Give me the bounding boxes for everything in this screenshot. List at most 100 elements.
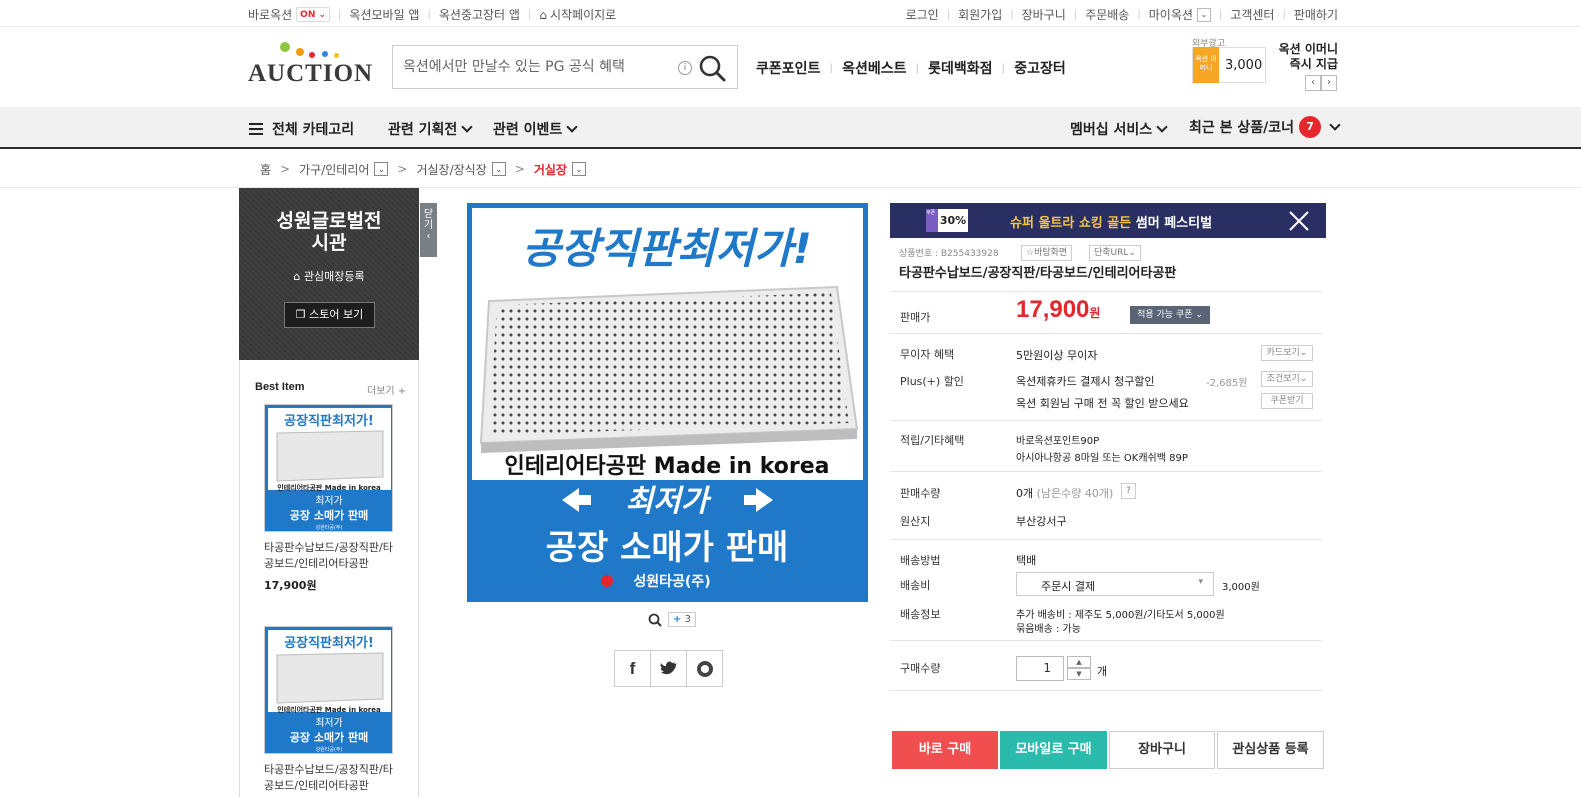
facebook-icon: f — [629, 658, 636, 678]
breadcrumb-dropdown[interactable]: ⌄ — [491, 162, 506, 176]
product-main-image[interactable]: 공장직판최저가! 인테리어타공판 Made in korea 최저가 공장 소매… — [467, 203, 868, 602]
bundle-shipping: 묶음배송 : 가능 — [1016, 624, 1081, 635]
event-discount: 30% — [938, 209, 968, 232]
store-name[interactable]: 성원글로벌전 시관 — [239, 210, 419, 254]
logo-text: AUCTION — [248, 60, 374, 87]
quantity-decrease-button[interactable]: ▼ — [1067, 668, 1091, 680]
purchase-quantity-label: 구매수량 — [900, 662, 941, 675]
available-coupon-button[interactable]: 적용 가능 쿠폰 ⌄ — [1130, 306, 1210, 324]
quantity-input[interactable]: 1 — [1016, 656, 1064, 681]
my-auction-link[interactable]: 마이옥션 — [1149, 6, 1193, 23]
membership-dropdown[interactable]: 멤버십 서비스 — [1070, 119, 1168, 139]
auction-best-link[interactable]: 옥션베스트 — [842, 58, 906, 78]
lotte-store-link[interactable]: 롯데백화점 — [928, 58, 992, 78]
svg-text:성원타공(주): 성원타공(주) — [316, 524, 343, 531]
view-cards-button[interactable]: 카드보기⌄ — [1261, 345, 1313, 361]
order-delivery-link[interactable]: 주문배송 — [1085, 6, 1129, 23]
shipping-method-label: 배송방법 — [900, 554, 941, 567]
buy-mobile-button[interactable]: 모바일로 구매 — [1000, 731, 1107, 769]
best-item-image[interactable]: 공장직판최저가! 인테리어타공판 Made in korea 최저가 공장 소매… — [264, 626, 393, 754]
star-icon: ☆ — [1026, 248, 1035, 258]
promo-title[interactable]: 옥션 이머니 즉시 지급 — [1279, 42, 1338, 72]
twitter-share-button[interactable] — [650, 650, 687, 687]
wallpaper-button[interactable]: ☆바탕화면 — [1021, 245, 1073, 261]
shipping-fee-label: 배송비 — [900, 579, 931, 592]
breadcrumb-dropdown[interactable]: ⌄ — [571, 162, 586, 176]
close-icon[interactable] — [1288, 210, 1310, 232]
get-coupon-button[interactable]: 쿠폰받기 — [1261, 393, 1313, 409]
chevron-down-icon — [1329, 119, 1341, 131]
short-url-button[interactable]: 단축URL⌄ — [1089, 245, 1141, 261]
quantity-increase-button[interactable]: ▲ — [1067, 656, 1091, 668]
add-to-cart-button[interactable]: 장바구니 — [1109, 731, 1215, 769]
interest-free-value: 5만원이상 무이자 — [1016, 349, 1098, 362]
shipping-fee-select[interactable]: 주문시 결제 ▾ — [1016, 572, 1214, 596]
svg-text:인테리어타공판 Made in korea: 인테리어타공판 Made in korea — [504, 454, 829, 479]
reward-label: 적립/기타혜택 — [900, 434, 965, 447]
member-discount-text: 옥션 회원님 구매 전 꼭 할인 받으세요 — [1016, 397, 1189, 410]
origin-label: 원산지 — [900, 515, 931, 528]
origin-value: 부산강서구 — [1016, 515, 1067, 528]
best-item-image[interactable]: 공장직판최저가! 인테리어타공판 Made in korea 최저가 공장 소매… — [264, 404, 393, 532]
coupon-point-link[interactable]: 쿠폰포인트 — [756, 58, 820, 78]
search-box: i — [392, 45, 738, 89]
my-auction-dropdown[interactable]: ⌄ — [1196, 7, 1211, 22]
search-input[interactable] — [403, 57, 673, 77]
add-to-wishlist-button[interactable]: 관심상품 등록 — [1217, 731, 1324, 769]
buy-now-button[interactable]: 바로 구매 — [892, 731, 998, 769]
best-item-title: Best Item — [255, 381, 305, 393]
svg-text:공장직판최저가!: 공장직판최저가! — [284, 413, 374, 429]
breadcrumb-furniture[interactable]: 가구/인테리어 — [299, 161, 369, 178]
search-icon — [699, 55, 726, 82]
svg-text:공장직판최저가!: 공장직판최저가! — [522, 224, 812, 273]
sell-link[interactable]: 판매하기 — [1294, 6, 1338, 23]
promo-ad[interactable]: 옥션 이머니 3,000 — [1192, 47, 1266, 83]
signup-link[interactable]: 회원가입 — [958, 6, 1002, 23]
view-store-button[interactable]: ❐ 스토어 보기 — [284, 302, 375, 328]
all-categories-button[interactable]: 전체 카테고리 — [249, 119, 354, 139]
kakaostory-share-button[interactable] — [686, 650, 723, 687]
promo-next-button[interactable]: › — [1321, 75, 1337, 91]
chevron-down-icon — [461, 121, 473, 133]
breadcrumb-cabinet[interactable]: 거실장/장식장 — [416, 161, 486, 178]
breadcrumb-dropdown[interactable]: ⌄ — [374, 162, 389, 176]
used-market-app-link[interactable]: 옥션중고장터 앱 — [439, 6, 520, 23]
share-buttons: f — [614, 650, 723, 687]
more-images-button[interactable]: + 3 — [668, 612, 696, 627]
help-button[interactable]: ? — [1121, 483, 1136, 499]
zoom-icon[interactable] — [648, 613, 662, 627]
favorite-store-button[interactable]: ⌂ 관심매장등록 — [239, 268, 419, 284]
view-conditions-button[interactable]: 조건보기⌄ — [1261, 371, 1313, 387]
event-banner[interactable]: 쿠폰 30% 슈퍼 울트라 쇼킹 골든 썸머 페스티벌 — [890, 203, 1326, 238]
shipping-info-label: 배송정보 — [900, 608, 941, 621]
best-item-name[interactable]: 타공판수납보드/공장직판/타 공보드/인테리어타공판 — [264, 540, 394, 572]
mobile-app-link[interactable]: 옥션모바일 앱 — [349, 6, 419, 23]
baro-auction-toggle[interactable]: ON ⌄ — [296, 7, 331, 22]
shipping-fee-value: 3,000원 — [1222, 582, 1260, 593]
home-icon: ⌂ — [539, 7, 547, 22]
breadcrumb-home[interactable]: 홈 — [260, 161, 271, 178]
info-icon[interactable]: i — [678, 61, 692, 75]
reward-mileage: 아시아나항공 8마일 또는 OK캐쉬백 89P — [1016, 453, 1188, 464]
promo-prev-button[interactable]: ‹ — [1305, 75, 1321, 91]
search-button[interactable] — [696, 51, 730, 85]
top-utility-bar: 바로옥션 ON ⌄ | 옥션모바일 앱 | 옥션중고장터 앱 | ⌂ 시작페이지… — [0, 0, 1581, 27]
start-page-link[interactable]: 시작페이지로 — [550, 6, 616, 23]
event-coupon-badge: 쿠폰 — [926, 209, 938, 232]
product-title: 타공판수납보드/공장직판/타공보드/인테리어타공판 — [899, 266, 1177, 281]
used-market-link[interactable]: 중고장터 — [1014, 58, 1066, 78]
breadcrumb-living-cabinet[interactable]: 거실장 — [534, 161, 567, 178]
cart-link[interactable]: 장바구니 — [1022, 6, 1066, 23]
customer-center-link[interactable]: 고객센터 — [1230, 6, 1274, 23]
auction-logo[interactable]: AUCTION — [248, 40, 372, 90]
best-more-link[interactable]: 더보기 + — [367, 382, 406, 397]
window-icon: ❐ — [295, 308, 306, 321]
recent-items-dropdown[interactable]: 최근 본 상품/코너 7 — [1189, 116, 1341, 138]
facebook-share-button[interactable]: f — [614, 650, 651, 687]
best-item-name[interactable]: 타공판수납보드/공장직판/타 공보드/인테리어타공판 — [264, 762, 394, 794]
related-events-dropdown[interactable]: 관련 이벤트 — [493, 119, 578, 139]
event-title: 슈퍼 울트라 쇼킹 골든 썸머 페스티벌 — [1010, 216, 1213, 231]
related-plans-dropdown[interactable]: 관련 기획전 — [388, 119, 473, 139]
close-sidebar-tab[interactable]: 닫기 ‹ — [420, 203, 437, 257]
login-link[interactable]: 로그인 — [906, 6, 939, 23]
